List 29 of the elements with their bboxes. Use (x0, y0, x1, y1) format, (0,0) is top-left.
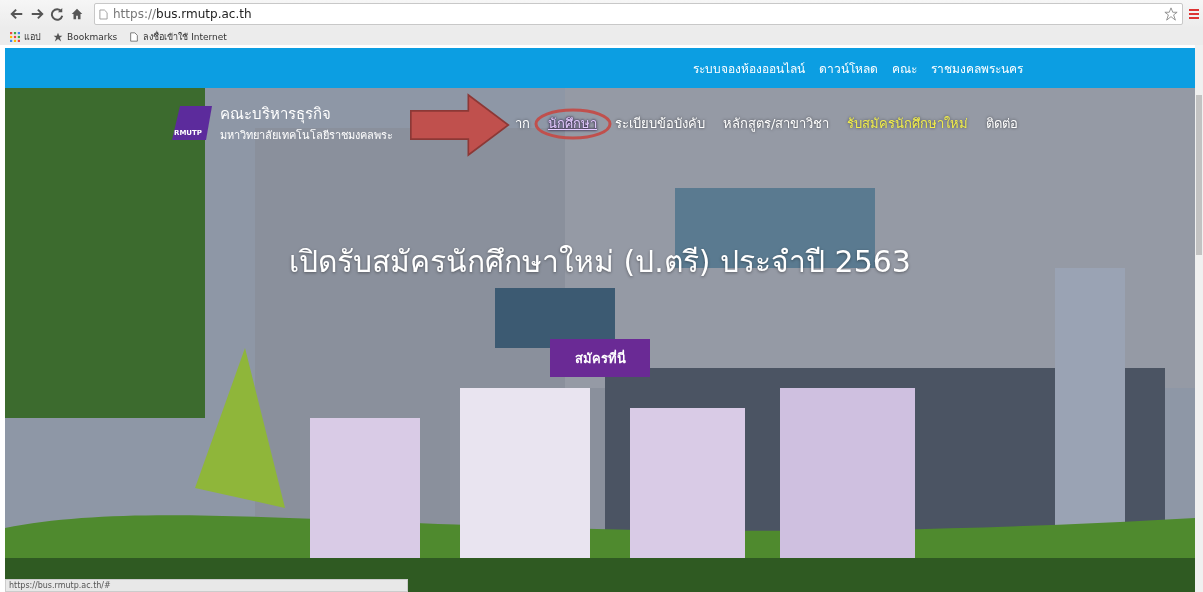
bookmark[interactable]: แอป (10, 29, 41, 44)
hero-heading: เปิดรับสมัครนักศึกษาใหม่ (ป.ตรี) ประจำปี 2563 (289, 243, 911, 281)
back-icon[interactable] (10, 7, 24, 21)
nav-link[interactable]: หลักสูตร/สาขาวิชา (723, 112, 830, 134)
apps-icon (10, 31, 20, 42)
page-icon (99, 8, 108, 20)
bookmark[interactable]: Bookmarks (53, 31, 118, 42)
nav-link[interactable]: ระเบียบข้อบังคับ (615, 112, 705, 134)
scrollbar[interactable] (1195, 45, 1203, 592)
address-bar[interactable]: https://bus.rmutp.ac.th (94, 3, 1183, 25)
home-icon[interactable] (70, 7, 84, 21)
nav-link[interactable]: าก (515, 112, 530, 134)
university-name: มหาวิทยาลัยเทคโนโลยีราชมงคลพระ (220, 128, 393, 144)
nav-link[interactable]: ติดต่อ (986, 112, 1019, 134)
status-bar: https://bus.rmutp.ac.th/# (5, 579, 408, 592)
page-icon (129, 31, 140, 42)
faculty-title: คณะบริหารธุรกิจ (220, 104, 332, 126)
star-icon (53, 31, 63, 42)
apply-button[interactable]: สมัครที่นี่ (550, 339, 650, 377)
forward-icon[interactable] (30, 7, 44, 21)
top-link[interactable]: ราชมงคลพระนคร (931, 58, 1023, 78)
bookmark[interactable]: ลงชื่อเข้าใช้ Internet (129, 29, 227, 44)
reload-icon[interactable] (50, 7, 64, 21)
nav-link[interactable]: รับสมัครนักศึกษาใหม่ (847, 112, 969, 134)
star-icon[interactable] (1164, 7, 1178, 21)
top-link[interactable]: ดาวน์โหลด (819, 58, 878, 78)
top-link[interactable]: คณะ (892, 58, 917, 78)
menu-icon[interactable] (1189, 8, 1199, 20)
top-link[interactable]: ระบบจองห้องออนไลน์ (693, 58, 805, 78)
